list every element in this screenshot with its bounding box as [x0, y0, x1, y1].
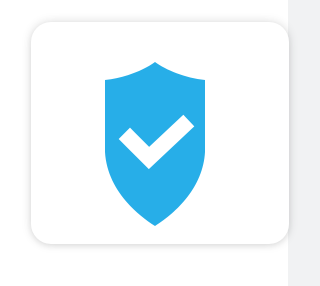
- shield-check-icon: [105, 62, 205, 226]
